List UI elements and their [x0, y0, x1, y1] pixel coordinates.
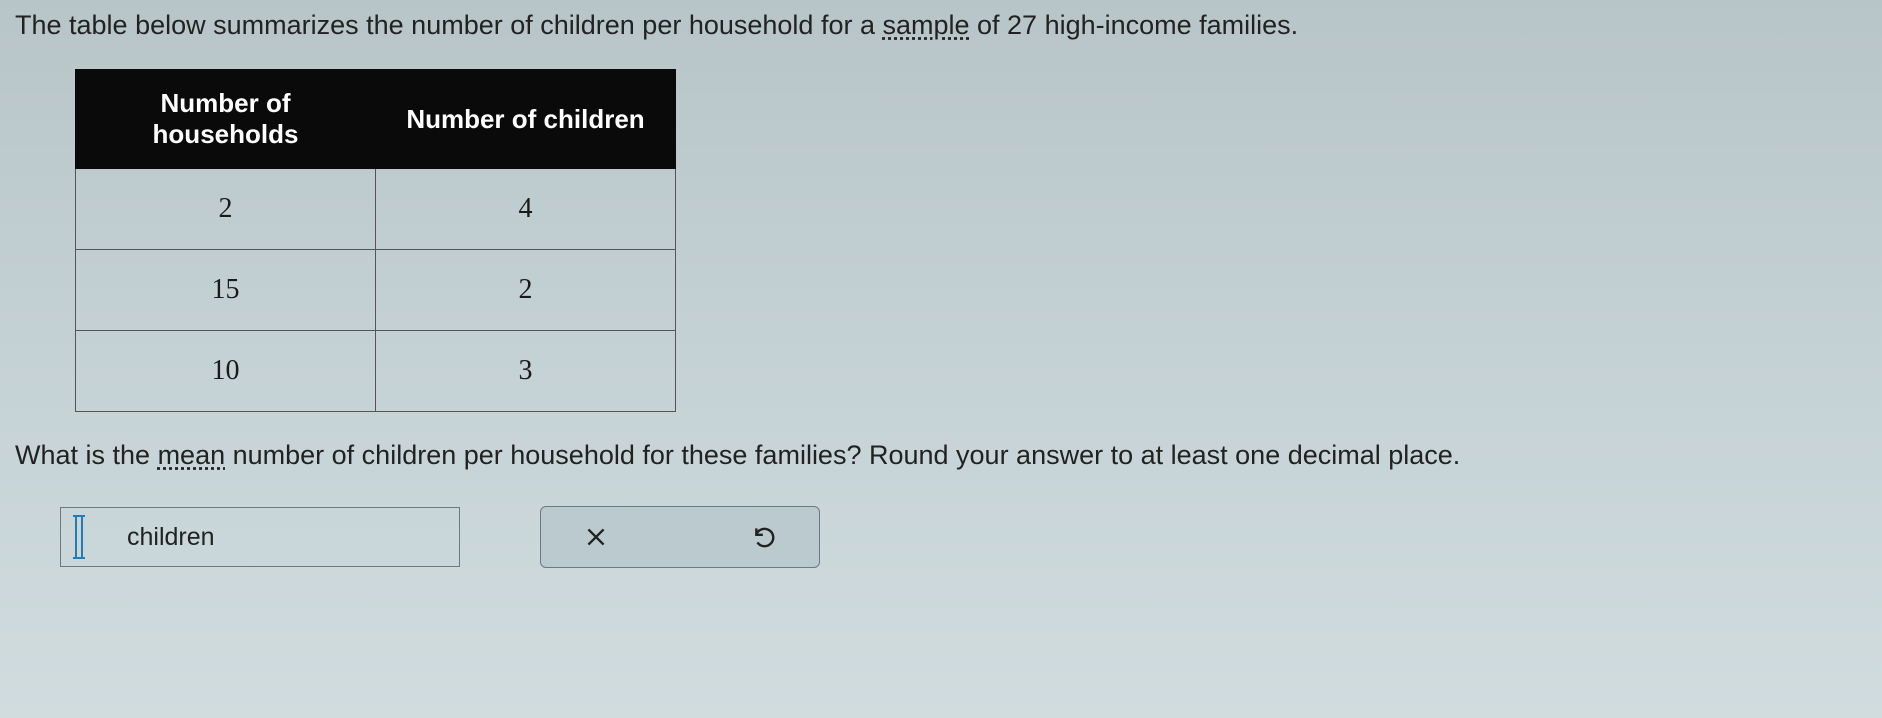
cell-children: 4 [376, 169, 676, 250]
cell-children: 3 [376, 331, 676, 412]
answer-input[interactable] [95, 523, 115, 551]
cell-households: 10 [76, 331, 376, 412]
undo-icon [752, 524, 778, 550]
reset-button[interactable] [740, 518, 790, 556]
table-row: 2 4 [76, 169, 676, 250]
cell-households: 15 [76, 250, 376, 331]
cell-households: 2 [76, 169, 376, 250]
data-table-wrap: Number of households Number of children … [75, 69, 1867, 412]
clear-button[interactable] [571, 518, 621, 556]
cell-children: 2 [376, 250, 676, 331]
answer-row: children [60, 506, 1867, 568]
answer-box[interactable]: children [60, 507, 460, 567]
intro-text: The table below summarizes the number of… [15, 10, 1867, 41]
data-table: Number of households Number of children … [75, 69, 676, 412]
question-post: number of children per household for the… [225, 440, 1460, 470]
answer-unit: children [127, 523, 215, 552]
table-row: 10 3 [76, 331, 676, 412]
keyword-sample[interactable]: sample [882, 10, 969, 40]
table-row: 15 2 [76, 250, 676, 331]
question-pre: What is the [15, 440, 158, 470]
keyword-mean[interactable]: mean [158, 440, 226, 470]
intro-pre: The table below summarizes the number of… [15, 10, 882, 40]
text-cursor-icon [75, 517, 83, 557]
x-icon [583, 524, 609, 550]
col-header-children: Number of children [376, 70, 676, 169]
table-header-row: Number of households Number of children [76, 70, 676, 169]
question-text: What is the mean number of children per … [15, 440, 1867, 471]
action-button-bar [540, 506, 820, 568]
col-header-households: Number of households [76, 70, 376, 169]
intro-post: of 27 high-income families. [970, 10, 1299, 40]
